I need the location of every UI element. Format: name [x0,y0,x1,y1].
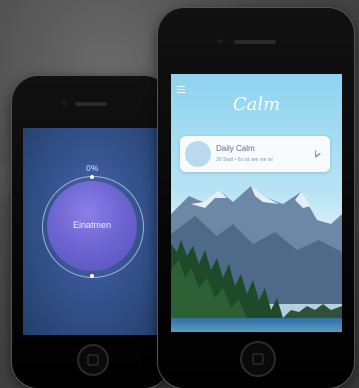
front-camera [62,101,67,106]
home-button[interactable] [240,341,276,377]
earpiece-speaker [234,40,276,44]
lake-water [171,318,342,332]
phone-left: 0% Einatmen [12,76,170,388]
phone-right: Calm Daily Calm 30 Sept • 6x ist wie nie… [158,8,354,388]
progress-percent: 0% [86,164,99,173]
breathing-screen: 0% Einatmen [23,128,162,335]
calm-home-screen: Calm Daily Calm 30 Sept • 6x ist wie nie… [171,74,342,332]
daily-calm-subtitle: 30 Sept • 6x ist wie nie ist [216,157,273,163]
ring-bottom-marker [90,274,94,278]
daily-calm-card[interactable]: Daily Calm 30 Sept • 6x ist wie nie ist [180,136,330,172]
home-square-icon [252,353,264,365]
ring-top-marker [90,175,94,179]
home-square-icon [87,354,99,366]
breath-instruction: Einatmen [72,220,112,230]
mountain-scenery [171,186,342,326]
front-camera [218,39,223,44]
play-icon[interactable] [315,150,321,158]
home-button[interactable] [77,344,109,376]
earpiece-speaker [75,102,107,106]
daily-calm-title: Daily Calm [216,144,255,153]
daily-calm-thumbnail [185,141,211,167]
